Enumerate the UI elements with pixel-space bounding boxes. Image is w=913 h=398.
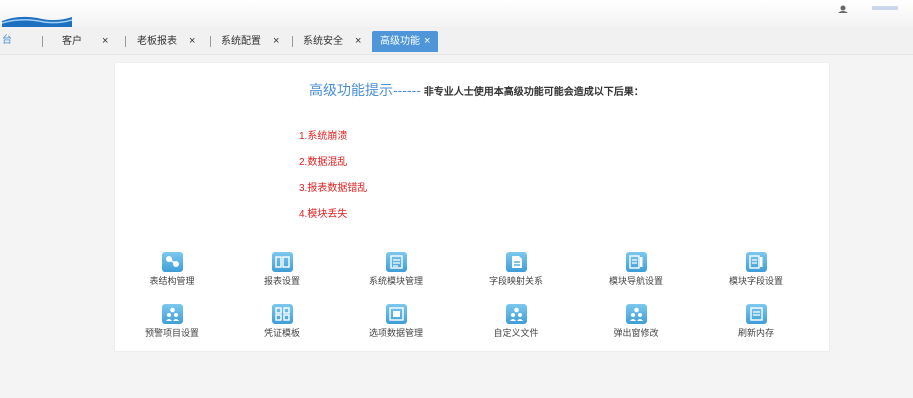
heading-subtitle: 非专业人士使用本高级功能可能会造成以下后果： [423,87,644,98]
table-structure-icon [161,252,183,272]
function-label: 表结构管理 [149,276,195,286]
close-icon[interactable]: × [102,35,108,47]
function-label: 刷新内存 [737,328,774,338]
function-label: 报表设置 [263,276,300,286]
tab-separator [210,36,211,47]
field-mapping-icon [505,252,527,272]
warning-item: 3.报表数据错乱 [299,183,368,194]
tab-boss-report[interactable]: 老板报表 × [137,32,195,50]
users-icon [625,304,647,324]
tab-customer[interactable]: 客户 × [62,32,108,50]
function-label: 自定义文件 [493,328,539,338]
tab-advanced-functions[interactable]: 高级功能 × [372,31,439,52]
module-nav-icon [625,252,647,272]
top-header [0,0,913,27]
tab-separator [292,36,293,47]
voucher-template-button[interactable]: 凭证模板 [237,304,327,339]
tab-bar: 台 客户 × 老板报表 × 系统配置 × 系统安全 × 高级功能 × [0,27,913,55]
tab-label: 系统配置 [221,36,261,47]
module-nav-button[interactable]: 模块导航设置 [591,252,681,287]
function-label: 预警项目设置 [144,328,199,338]
function-label: 模块导航设置 [608,276,663,286]
function-label: 选项数据管理 [368,328,423,338]
function-label: 弹出窗修改 [613,328,659,338]
report-settings-icon [271,252,293,272]
alert-item-settings-button[interactable]: 预警项目设置 [127,304,217,339]
function-label: 系统模块管理 [368,276,423,286]
custom-file-button[interactable]: 自定义文件 [471,304,561,339]
tab-label: 高级功能 [380,36,420,47]
close-icon[interactable]: × [189,35,195,47]
field-mapping-button[interactable]: 字段映射关系 [471,252,561,287]
function-label: 字段映射关系 [488,276,543,286]
user-name-badge[interactable] [872,6,898,10]
module-field-button[interactable]: 模块字段设置 [711,252,801,287]
tab-separator [125,36,126,47]
refresh-memory-icon [745,304,767,324]
function-label: 模块字段设置 [728,276,783,286]
user-icon[interactable] [836,5,850,13]
tab-label: 台 [2,35,12,46]
users-icon [505,304,527,324]
option-data-icon [385,304,407,324]
advanced-functions-panel: 高级功能提示------ 非专业人士使用本高级功能可能会造成以下后果： 1.系统… [114,62,830,352]
popup-edit-button[interactable]: 弹出窗修改 [591,304,681,339]
option-data-button[interactable]: 选项数据管理 [351,304,441,339]
voucher-template-icon [271,304,293,324]
page-title: 高级功能提示------ 非专业人士使用本高级功能可能会造成以下后果： [309,80,644,100]
tab-label: 老板报表 [137,36,177,47]
function-label: 凭证模板 [263,328,300,338]
system-module-icon [385,252,407,272]
warning-item: 4.模块丢失 [299,209,348,220]
tab-label: 客户 [62,36,82,47]
close-icon[interactable]: × [355,35,361,47]
logo [2,16,72,27]
table-structure-button[interactable]: 表结构管理 [127,252,217,287]
tab-separator [42,36,43,47]
system-module-button[interactable]: 系统模块管理 [351,252,441,287]
tab-system-config[interactable]: 系统配置 × [221,32,279,50]
tab-label: 系统安全 [303,36,343,47]
warning-item: 2.数据混乱 [299,157,348,168]
tab-system-security[interactable]: 系统安全 × [303,32,361,50]
close-icon[interactable]: × [424,35,430,47]
report-settings-button[interactable]: 报表设置 [237,252,327,287]
tab-workbench[interactable]: 台 [2,32,12,50]
users-icon [161,304,183,324]
refresh-memory-button[interactable]: 刷新内存 [711,304,801,339]
warning-item: 1.系统崩溃 [299,131,348,142]
module-field-icon [745,252,767,272]
close-icon[interactable]: × [273,35,279,47]
heading-title: 高级功能提示------ [309,82,421,98]
